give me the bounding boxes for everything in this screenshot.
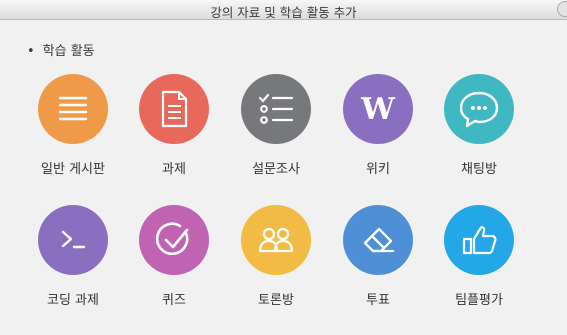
assignment-icon-circle: [139, 74, 209, 144]
section-title: 학습 활동: [42, 44, 95, 59]
activity-quiz[interactable]: 퀴즈: [124, 205, 224, 308]
activity-survey[interactable]: 설문조사: [226, 74, 326, 177]
discussion-icon-circle: [241, 205, 311, 275]
activity-label: 위키: [366, 162, 390, 177]
list-icon: [58, 96, 88, 121]
thumbs-up-icon: [462, 226, 497, 255]
document-icon: [161, 90, 188, 128]
coding-assignment-icon-circle: [38, 205, 108, 275]
team-evaluation-icon-circle: [444, 205, 514, 275]
quiz-icon-circle: [139, 205, 209, 275]
chatroom-icon-circle: [444, 74, 514, 144]
wiki-icon-circle: W: [343, 74, 413, 144]
activity-label: 코딩 과제: [47, 293, 99, 308]
window-titlebar: 강의 자료 및 학습 활동 추가: [0, 0, 567, 20]
activity-label: 설문조사: [252, 162, 300, 177]
activity-vote[interactable]: 투표: [328, 205, 428, 308]
activity-discussion[interactable]: 토론방: [226, 205, 326, 308]
activity-assignment[interactable]: 과제: [124, 74, 224, 177]
activity-chatroom[interactable]: 채팅방: [429, 74, 529, 177]
general-board-icon-circle: [38, 74, 108, 144]
activity-label: 투표: [366, 293, 390, 308]
activity-label: 채팅방: [461, 162, 497, 177]
check-circle-icon: [155, 222, 189, 256]
activity-general-board[interactable]: 일반 게시판: [23, 74, 123, 177]
wiki-icon: W: [360, 92, 396, 127]
activity-label: 일반 게시판: [41, 162, 105, 177]
eraser-icon: [363, 227, 395, 253]
checklist-icon: [258, 93, 294, 124]
window-title: 강의 자료 및 학습 활동 추가: [210, 5, 357, 20]
activity-wiki[interactable]: W 위키: [328, 74, 428, 177]
window-close-button[interactable]: [557, 1, 567, 17]
vote-icon-circle: [343, 205, 413, 275]
activity-label: 퀴즈: [162, 293, 186, 308]
survey-icon-circle: [241, 74, 311, 144]
bullet: •: [27, 44, 35, 59]
activity-label: 팀플평가: [455, 293, 503, 308]
section-header: • 학습 활동: [27, 40, 95, 59]
svg-text:W: W: [360, 92, 396, 127]
activity-label: 과제: [162, 162, 186, 177]
people-icon: [258, 227, 294, 253]
chat-icon: [459, 91, 499, 128]
terminal-icon: [61, 230, 86, 249]
activity-team-evaluation[interactable]: 팀플평가: [429, 205, 529, 308]
activity-label: 토론방: [258, 293, 294, 308]
activity-coding-assignment[interactable]: 코딩 과제: [23, 205, 123, 308]
